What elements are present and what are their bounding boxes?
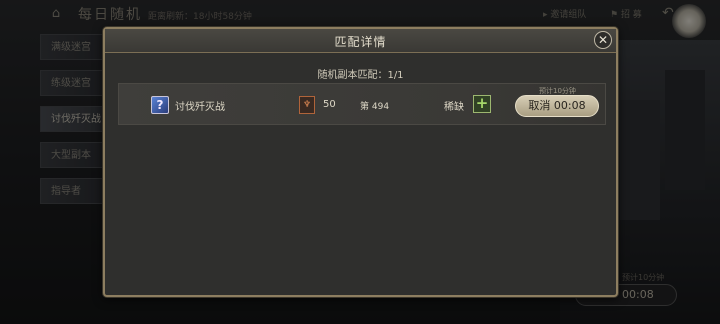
level-icon: ♆ (299, 96, 315, 114)
level-value: 50 (323, 99, 336, 110)
match-count: 随机副本匹配：1/1 (317, 70, 404, 81)
scarce-role-label: 稀缺 (444, 102, 464, 113)
match-details-dialog: 匹配详情 ✕ 随机副本匹配：1/1 ? 讨伐歼灭战 ♆ 50 第 494 稀缺 … (103, 27, 618, 297)
dungeon-row: ? 讨伐歼灭战 ♆ 50 第 494 稀缺 + 预计10分钟 取消 00:08 (118, 83, 606, 125)
rank-text: 第 494 (360, 102, 390, 112)
healer-role-icon: + (473, 95, 491, 113)
random-dungeon-icon: ? (151, 96, 169, 114)
cancel-button[interactable]: 取消 00:08 (515, 95, 599, 117)
dungeon-name: 讨伐歼灭战 (175, 102, 225, 113)
dialog-header: 匹配详情 ✕ (105, 29, 616, 53)
dialog-title: 匹配详情 (334, 35, 387, 49)
close-icon[interactable]: ✕ (594, 31, 612, 49)
